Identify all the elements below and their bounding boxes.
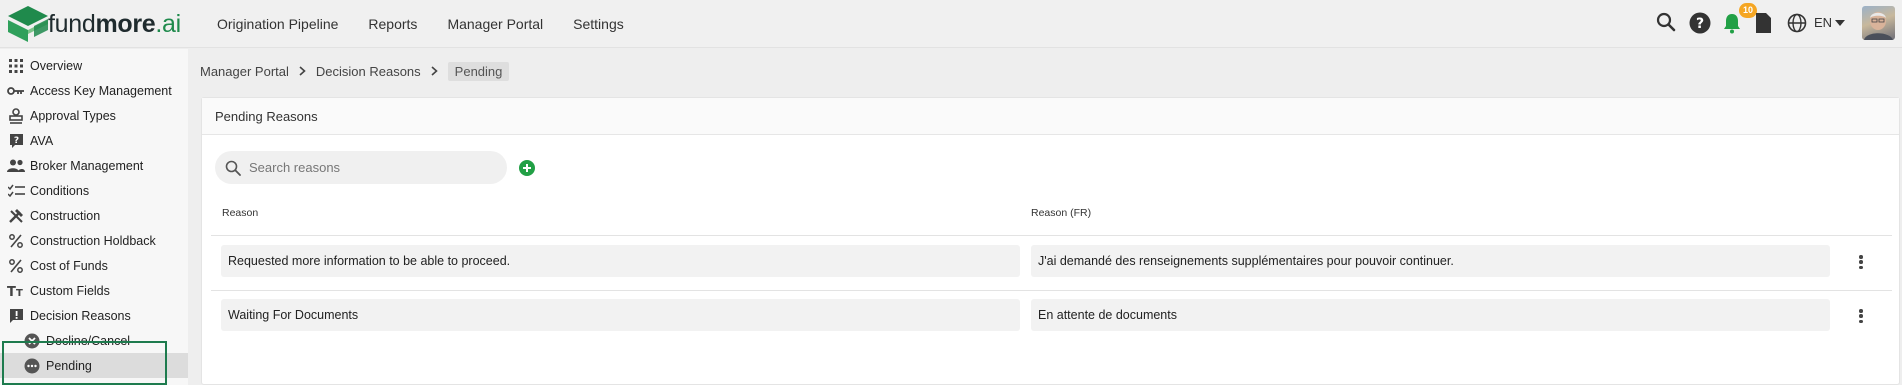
search-box[interactable] [215,151,507,184]
tools-icon [7,207,25,225]
search-input[interactable] [249,160,489,175]
svg-text:?: ? [1696,16,1704,32]
sidebar-item-broker-management[interactable]: Broker Management [0,153,188,178]
sidebar-item-label: AVA [30,133,54,148]
sidebar-item-label: Conditions [30,183,90,198]
reason-fr-field[interactable]: J'ai demandé des renseignements suppléme… [1031,245,1830,277]
sidebar-item-label: Overview [30,58,83,73]
sidebar-item-overview[interactable]: Overview [0,53,188,78]
card-title: Pending Reasons [202,98,1899,135]
row-menu-icon[interactable] [1855,252,1867,272]
reason-fr-field[interactable]: En attente de documents [1031,299,1830,331]
sidebar-item-label: Approval Types [30,108,116,123]
checklist-icon [7,182,25,200]
header-divider [211,235,1892,236]
brand-logo[interactable]: fundmore.ai [6,4,181,44]
user-avatar[interactable] [1862,6,1895,40]
nav-reports[interactable]: Reports [368,16,417,32]
sidebar-item-custom-fields[interactable]: TT Custom Fields [0,278,188,303]
sidebar-item-label: Custom Fields [30,283,110,298]
breadcrumb-current: Pending [447,61,510,81]
nav-origination-pipeline[interactable]: Origination Pipeline [217,16,338,32]
bell-icon[interactable] [1721,12,1743,34]
globe-icon[interactable] [1787,13,1807,33]
more-circle-icon [23,357,41,375]
breadcrumb-decision-reasons[interactable]: Decision Reasons [316,64,421,79]
sidebar-item-construction-holdback[interactable]: Construction Holdback [0,228,188,253]
svg-text:T: T [7,285,16,297]
people-icon [7,157,25,175]
close-circle-icon [23,332,41,350]
top-bar: fundmore.ai Origination Pipeline Reports… [0,0,1902,48]
sidebar-item-label: Pending [46,358,92,373]
nav-settings[interactable]: Settings [573,16,624,32]
nav-manager-portal[interactable]: Manager Portal [447,16,543,32]
help-icon[interactable]: ? [1689,12,1711,34]
sidebar-item-pending[interactable]: Pending [0,353,188,378]
sidebar-item-decline-cancel[interactable]: Decline/Cancel [0,328,188,353]
main-nav: Origination Pipeline Reports Manager Por… [217,0,624,48]
search-icon[interactable] [1656,12,1676,32]
percent-icon [7,232,25,250]
breadcrumb-manager-portal[interactable]: Manager Portal [200,64,289,79]
brand-wordmark: fundmore.ai [48,9,181,38]
language-selector[interactable]: EN [1814,15,1832,30]
search-icon [225,160,241,176]
text-format-icon: TT [7,282,25,300]
sidebar-item-label: Construction [30,208,101,223]
percent-icon [7,257,25,275]
avatar-photo [1864,12,1893,40]
svg-text:?: ? [13,136,18,146]
sidebar-item-label: Decline/Cancel [46,333,131,348]
plus-icon [523,164,531,172]
sidebar-item-label: Access Key Management [30,83,172,98]
chevron-right-icon [431,66,438,76]
chevron-right-icon [299,66,306,76]
reason-field[interactable]: Waiting For Documents [221,299,1020,331]
sidebar-item-access-key-management[interactable]: Access Key Management [0,78,188,103]
grid-icon [7,57,25,75]
breadcrumb: Manager Portal Decision Reasons Pending [200,61,510,81]
logo-mark-icon [8,6,48,42]
stamp-icon [7,107,25,125]
row-menu-icon[interactable] [1855,306,1867,326]
document-icon[interactable] [1754,12,1772,34]
sidebar: Overview Access Key Management Approval … [0,49,188,385]
sidebar-item-label: Broker Management [30,158,144,173]
sidebar-item-label: Construction Holdback [30,233,156,248]
sidebar-item-construction[interactable]: Construction [0,203,188,228]
caret-down-icon[interactable] [1835,20,1845,26]
row-divider [211,290,1892,291]
column-header-reason-fr[interactable]: Reason (FR) [1031,207,1091,219]
feedback-icon [7,307,25,325]
sidebar-item-conditions[interactable]: Conditions [0,178,188,203]
sidebar-item-cost-of-funds[interactable]: Cost of Funds [0,253,188,278]
sidebar-item-approval-types[interactable]: Approval Types [0,103,188,128]
sidebar-item-label: Decision Reasons [30,308,131,323]
sidebar-item-label: Cost of Funds [30,258,108,273]
add-reason-button[interactable] [519,160,535,176]
sidebar-item-ava[interactable]: ? AVA [0,128,188,153]
column-header-reason[interactable]: Reason [222,207,258,219]
pending-reasons-card: Pending Reasons Reason Reason (FR) Reque… [201,97,1900,385]
key-icon [7,82,25,100]
sidebar-item-decision-reasons[interactable]: Decision Reasons [0,303,188,328]
question-box-icon: ? [7,132,25,150]
svg-text:T: T [16,288,23,297]
reason-field[interactable]: Requested more information to be able to… [221,245,1020,277]
